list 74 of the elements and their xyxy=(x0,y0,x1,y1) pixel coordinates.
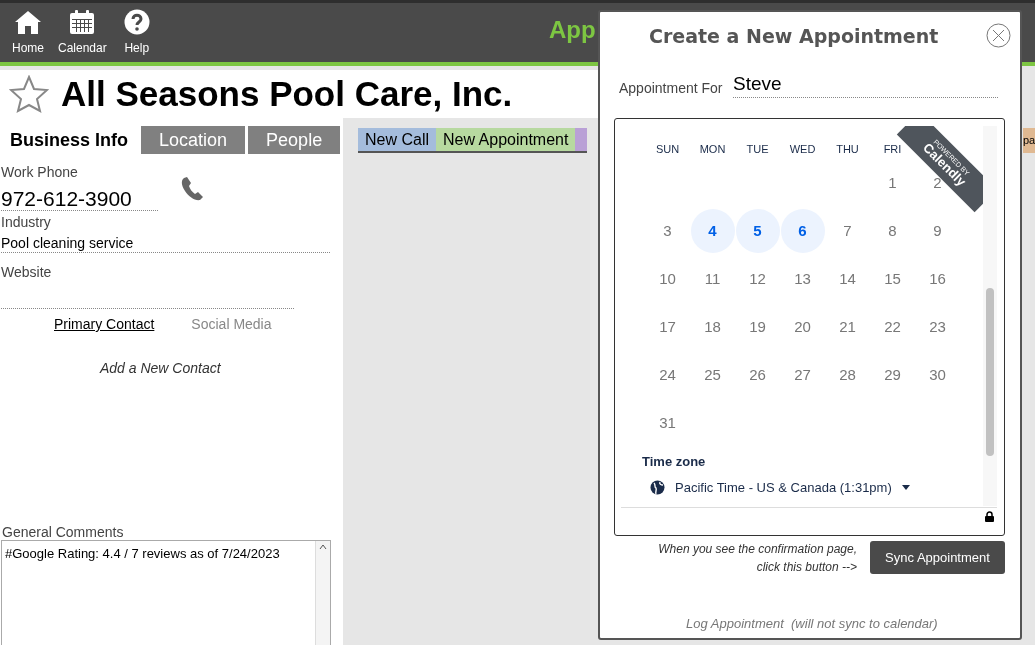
field-label: Website xyxy=(1,263,53,282)
toolbar-button[interactable]: Calendar xyxy=(51,9,114,57)
close-button[interactable] xyxy=(986,23,1011,48)
tab[interactable]: Primary Contact xyxy=(54,314,155,335)
globe-icon xyxy=(650,480,665,496)
date-label: 30 xyxy=(929,364,946,385)
calendar-icon xyxy=(69,9,96,35)
action-tab[interactable]: pa xyxy=(1023,128,1035,153)
field-label: Work Phone xyxy=(1,163,79,182)
toolbar-button[interactable]: Help xyxy=(113,9,160,57)
date-label: 23 xyxy=(929,316,946,337)
date-label: 18 xyxy=(704,316,721,337)
action-tab[interactable]: New Appointment xyxy=(436,128,576,151)
comment-text: #Google Rating: 4.4 / 7 reviews as of 7/24/2023 xyxy=(5,545,280,563)
date-label: 19 xyxy=(749,316,766,337)
date-label: 21 xyxy=(839,316,856,337)
field-label: Appointment For xyxy=(619,79,723,98)
hint-text: click this button --> xyxy=(755,559,857,576)
timezone-dropdown[interactable]: Pacific Time - US & Canada (1:31pm) xyxy=(650,478,910,498)
weekday-label: MON xyxy=(698,142,727,157)
comments-field[interactable]: #Google Rating: 4.4 / 7 reviews as of 7/24/2023 xyxy=(1,540,331,645)
date-label: 26 xyxy=(749,364,766,385)
date-label: 20 xyxy=(794,316,811,337)
add-contact-link[interactable]: Add a New Contact xyxy=(100,358,221,379)
company-name: All Seasons Pool Care, Inc. xyxy=(61,72,513,115)
date-label: 29 xyxy=(884,364,901,385)
toolbar-button[interactable]: Home xyxy=(5,9,51,57)
weekday-label: FRI xyxy=(882,142,903,157)
field-label: Industry xyxy=(1,213,52,232)
scrollbar-thumb[interactable] xyxy=(986,288,994,456)
hint-text: When you see the confirmation page, xyxy=(657,541,857,558)
date-label: 31 xyxy=(659,412,676,433)
date-label: 17 xyxy=(659,316,676,337)
lock-icon xyxy=(985,511,994,522)
sync-button[interactable]: Sync Appointment xyxy=(870,541,1005,574)
input-field[interactable]: Pool cleaning service xyxy=(1,233,330,253)
caret-icon xyxy=(901,485,910,491)
dialog-title: Create a New Appointment xyxy=(649,24,939,49)
date-label: 25 xyxy=(704,364,721,385)
date-label: 12 xyxy=(749,268,766,289)
weekday-label: THU xyxy=(835,142,860,157)
date-label: 22 xyxy=(884,316,901,337)
weekday-label: SUN xyxy=(654,142,681,157)
date-label: 14 xyxy=(839,268,856,289)
date-label: 10 xyxy=(659,268,676,289)
date-label: 7 xyxy=(843,220,852,241)
tab-edge[interactable] xyxy=(575,128,588,151)
date-label: 8 xyxy=(888,220,897,241)
date-label: 15 xyxy=(884,268,901,289)
help-icon xyxy=(123,9,150,35)
tab[interactable]: Social Media xyxy=(191,314,272,335)
date-label: 27 xyxy=(794,364,811,385)
action-tab[interactable]: New Call xyxy=(358,128,436,151)
star-icon[interactable] xyxy=(9,75,49,113)
weekday-label: WED xyxy=(788,142,817,157)
close-icon xyxy=(986,23,1011,48)
app-title: App xyxy=(549,15,596,45)
field-label: General Comments xyxy=(2,523,124,542)
date-label: 28 xyxy=(839,364,856,385)
input-field[interactable]: 972-612-3900 xyxy=(1,183,158,211)
date-label: 24 xyxy=(659,364,676,385)
date-label: 16 xyxy=(929,268,946,289)
weekday-label: TUE xyxy=(745,142,770,157)
date-label: 13 xyxy=(794,268,811,289)
date-label: 1 xyxy=(888,172,897,193)
tab[interactable]: People xyxy=(248,126,341,154)
date-label: 9 xyxy=(933,220,942,241)
section-label: Time zone xyxy=(642,453,706,471)
log-appointment-link[interactable]: Log Appointment (will not sync to calendar) xyxy=(686,614,938,634)
tab[interactable]: Location xyxy=(141,126,246,154)
home-icon xyxy=(14,9,42,35)
input-field[interactable]: Steve xyxy=(733,70,998,98)
date-label: 11 xyxy=(704,268,721,289)
date-label: 3 xyxy=(663,220,672,241)
